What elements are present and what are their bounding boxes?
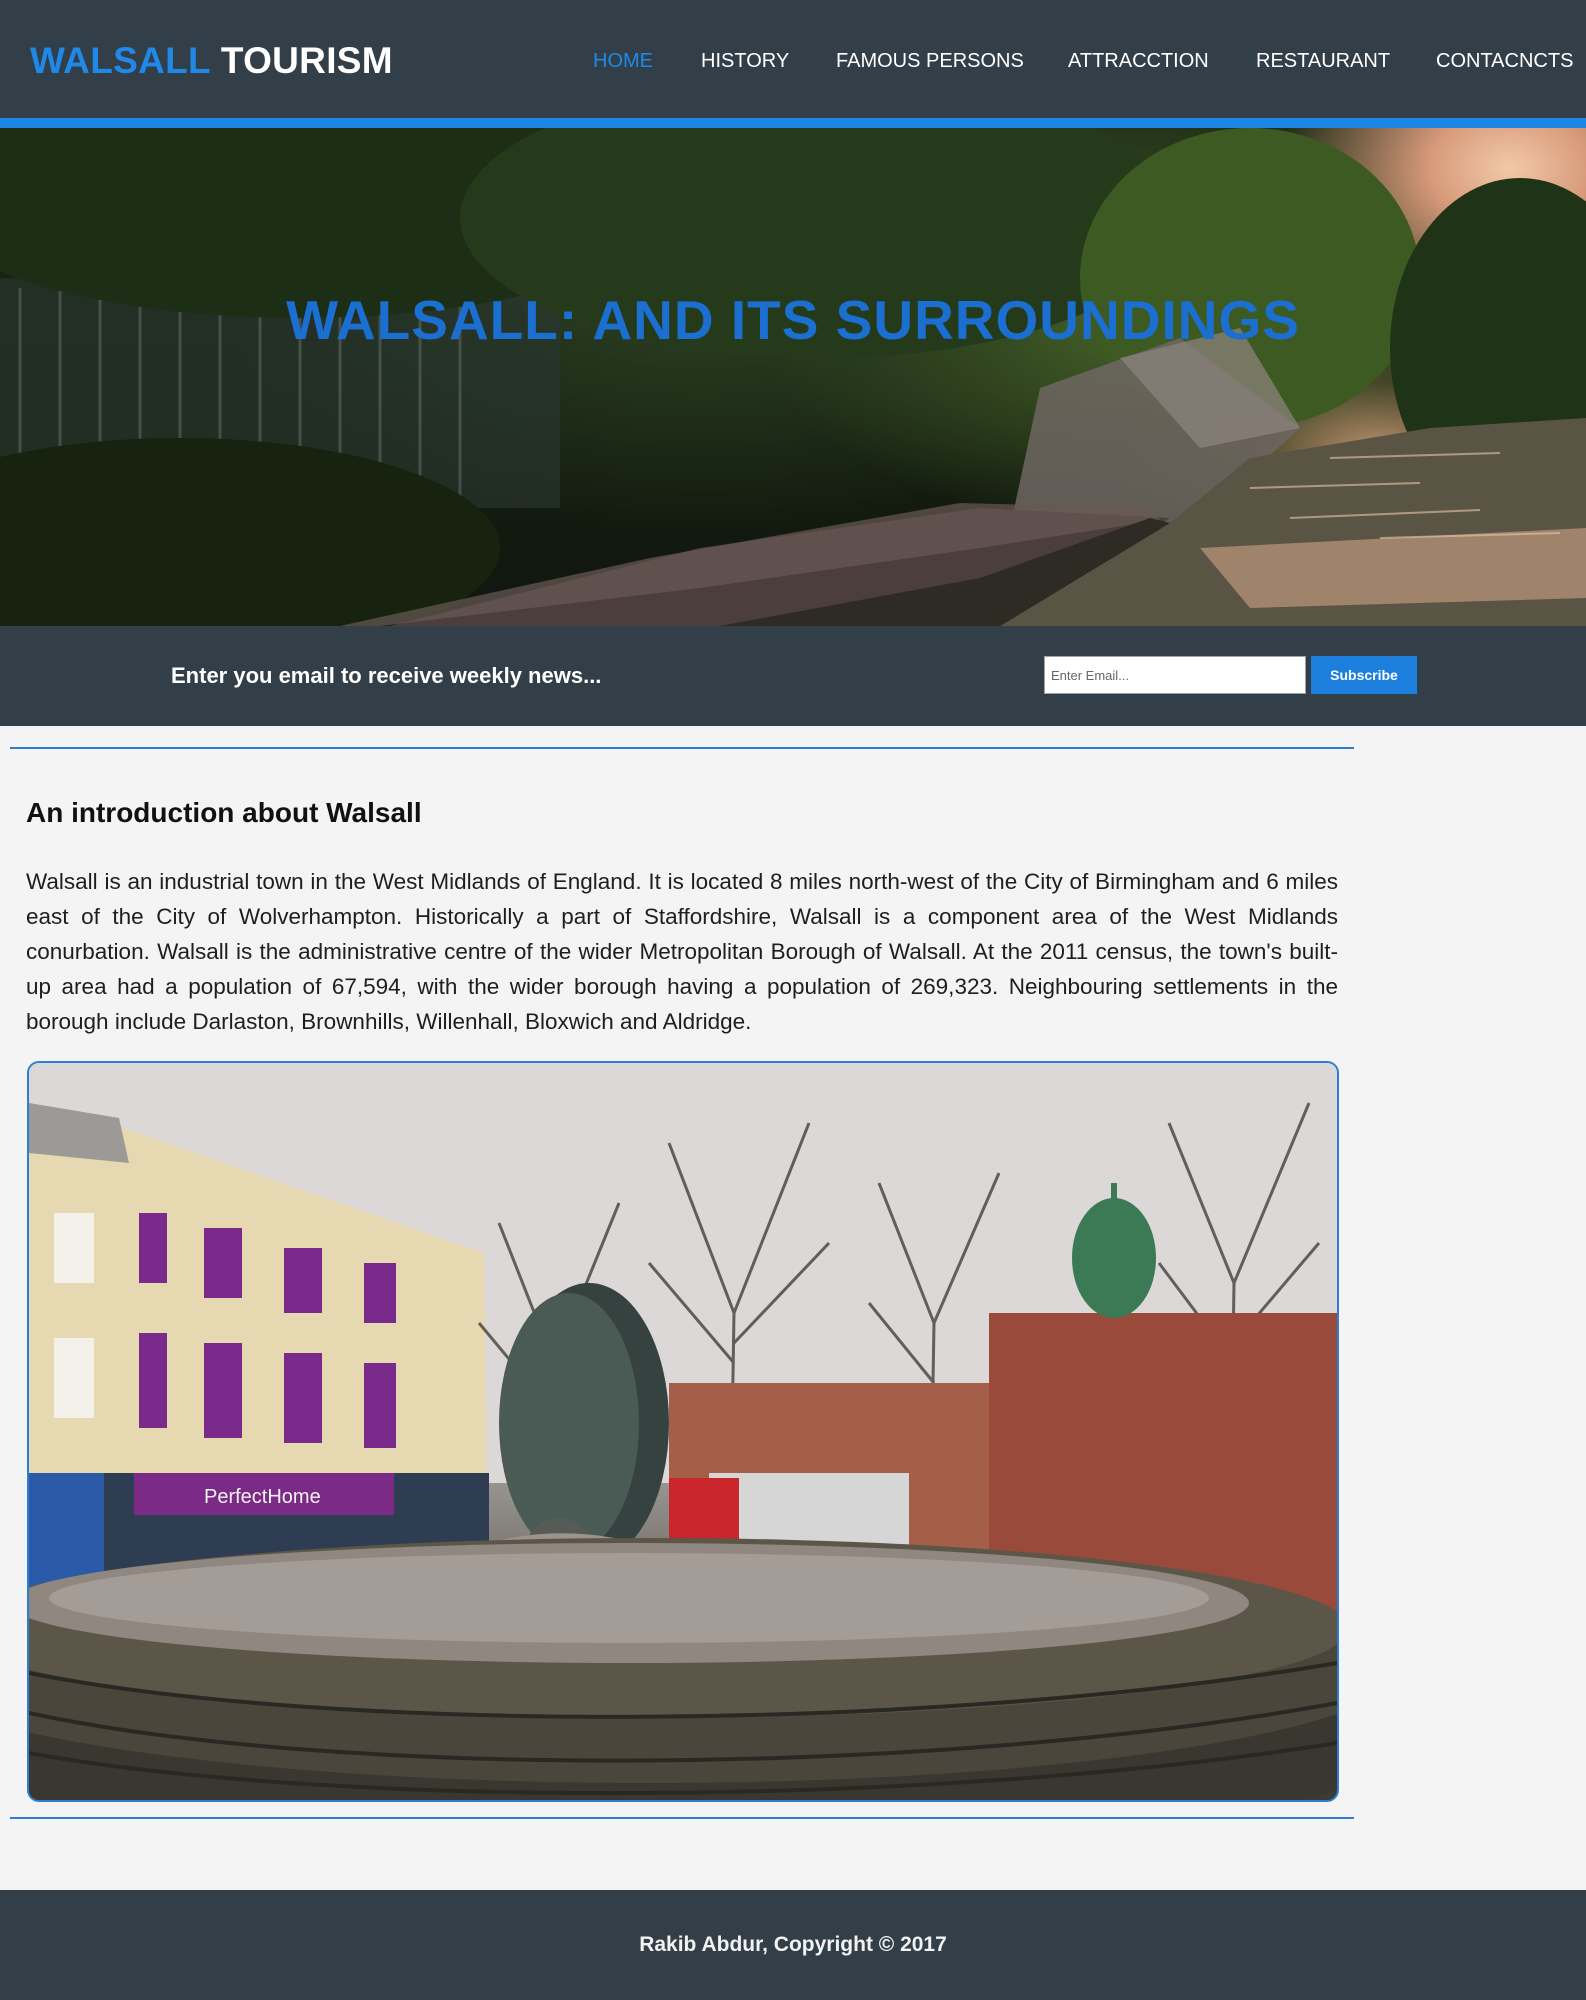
intro-paragraph: Walsall is an industrial town in the Wes… [26, 869, 1338, 1034]
site-header: WALSALL TOURISM HOME HISTORY FAMOUS PERS… [0, 0, 1586, 118]
walsall-square-photo: PerfectHome [27, 1061, 1339, 1802]
nav-contacts[interactable]: CONTACNCTS [1436, 48, 1573, 74]
fountain-photo-image: PerfectHome [29, 1063, 1337, 1800]
perfecthome-sign: PerfectHome [204, 1486, 321, 1508]
content-top-divider [10, 747, 1354, 749]
content-bottom-divider [10, 1817, 1354, 1819]
nav-attraction[interactable]: ATTRACCTION [1068, 48, 1209, 74]
hero-canal-image [0, 128, 1586, 626]
nav-history[interactable]: HISTORY [701, 48, 789, 74]
intro-heading: An introduction about Walsall [26, 797, 422, 828]
email-input[interactable] [1044, 656, 1306, 694]
main-nav: HOME HISTORY FAMOUS PERSONS ATTRACCTION … [0, 48, 1586, 74]
nav-restaurant[interactable]: RESTAURANT [1256, 48, 1390, 74]
hero-banner: WALSALL: AND ITS SURROUNDINGS [0, 128, 1586, 626]
header-accent-bar [0, 118, 1586, 128]
nav-famous-persons[interactable]: FAMOUS PERSONS [836, 48, 1024, 74]
hero-title: WALSALL: AND ITS SURROUNDINGS [286, 289, 1300, 351]
newsletter-bar: Enter you email to receive weekly news..… [0, 626, 1586, 726]
footer-copyright: Rakib Abdur, Copyright © 2017 [639, 1933, 947, 1956]
site-footer: Rakib Abdur, Copyright © 2017 [0, 1890, 1586, 2000]
nav-home[interactable]: HOME [593, 48, 653, 74]
subscribe-button[interactable]: Subscribe [1311, 656, 1417, 694]
newsletter-prompt: Enter you email to receive weekly news..… [171, 663, 602, 688]
